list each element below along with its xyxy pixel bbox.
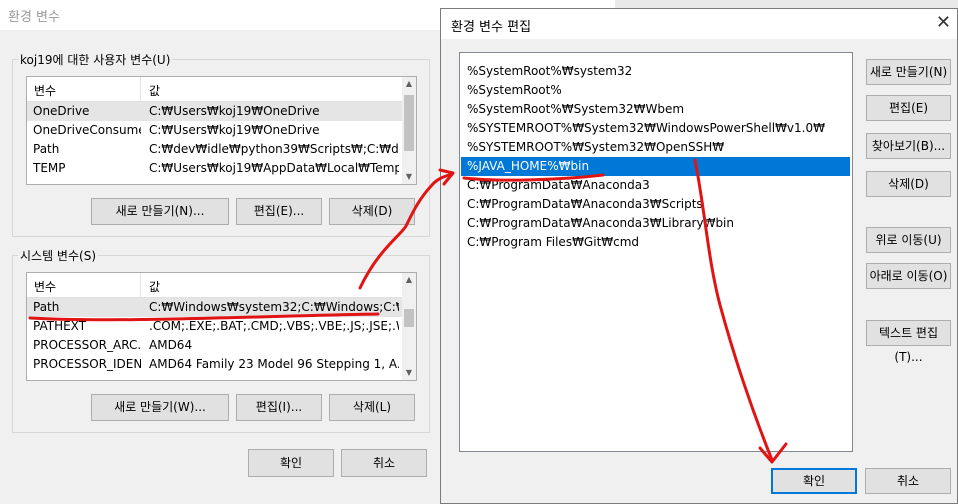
scroll-up-icon[interactable]: ▲ <box>402 273 416 287</box>
table-row[interactable]: PROCESSOR_ARC... AMD64 <box>27 336 402 355</box>
system-new-button[interactable]: 새로 만들기(W)... <box>91 394 229 421</box>
list-item[interactable]: %SystemRoot%₩System32₩Wbem <box>461 100 850 119</box>
list-item-selected[interactable]: %JAVA_HOME%₩bin <box>461 157 850 176</box>
list-item[interactable]: %SystemRoot% <box>461 81 850 100</box>
vertical-scrollbar[interactable]: ▲ ▼ <box>402 77 416 184</box>
column-header-value[interactable]: 값 <box>149 82 160 99</box>
list-item[interactable]: C:₩ProgramData₩Anaconda3₩Library₩bin <box>461 214 850 233</box>
user-variables-table[interactable]: 변수 값 OneDrive C:₩Users₩koj19₩OneDrive On… <box>26 76 417 185</box>
list-item[interactable]: C:₩ProgramData₩Anaconda3₩Scripts <box>461 195 850 214</box>
dialog-title: 환경 변수 <box>8 10 60 25</box>
table-row[interactable]: OneDrive C:₩Users₩koj19₩OneDrive <box>27 102 402 121</box>
dialog-title: 환경 변수 편집 <box>451 20 532 35</box>
table-header: 변수 값 <box>27 77 416 102</box>
system-delete-button[interactable]: 삭제(L) <box>329 394 415 421</box>
scroll-up-icon[interactable]: ▲ <box>402 77 416 91</box>
table-row[interactable]: PATHEXT .COM;.EXE;.BAT;.CMD;.VBS;.VBE;.J… <box>27 317 402 336</box>
user-delete-button[interactable]: 삭제(D) <box>329 198 415 225</box>
table-row[interactable]: Path C:₩dev₩idle₩python39₩Scripts₩;C:₩de… <box>27 140 402 159</box>
list-item[interactable]: C:₩ProgramData₩Anaconda3 <box>461 176 850 195</box>
column-header-variable[interactable]: 변수 <box>34 82 56 99</box>
table-row[interactable]: OneDriveConsumer C:₩Users₩koj19₩OneDrive <box>27 121 402 140</box>
cancel-button[interactable]: 취소 <box>865 468 951 494</box>
scroll-down-icon[interactable]: ▼ <box>402 170 416 184</box>
move-up-button[interactable]: 위로 이동(U) <box>866 227 951 253</box>
edit-button[interactable]: 편집(E) <box>866 95 951 121</box>
table-row[interactable]: PROCESSOR_IDEN... AMD64 Family 23 Model … <box>27 355 402 374</box>
list-item[interactable]: %SystemRoot%₩system32 <box>461 62 850 81</box>
environment-variables-dialog: 환경 변수 koj19에 대한 사용자 변수(U) 변수 값 OneDrive … <box>0 0 440 504</box>
ok-button[interactable]: 확인 <box>248 449 334 477</box>
scroll-thumb[interactable] <box>404 309 414 327</box>
edit-environment-variable-dialog: 환경 변수 편집 ✕ %SystemRoot%₩system32 %System… <box>440 8 958 504</box>
column-header-value[interactable]: 값 <box>149 278 160 295</box>
edit-text-button[interactable]: 텍스트 편집(T)... <box>866 320 951 364</box>
cancel-button[interactable]: 취소 <box>341 449 427 477</box>
user-edit-button[interactable]: 편집(E)... <box>236 198 322 225</box>
user-new-button[interactable]: 새로 만들기(N)... <box>91 198 229 225</box>
table-header: 변수 값 <box>27 273 416 298</box>
title-bar: 환경 변수 편집 ✕ <box>441 9 957 39</box>
table-row[interactable]: TEMP C:₩Users₩koj19₩AppData₩Local₩Temp <box>27 159 402 178</box>
system-variables-label: 시스템 변수(S) <box>18 247 98 264</box>
background-title-strip <box>440 0 615 8</box>
list-item[interactable]: %SYSTEMROOT%₩System32₩OpenSSH₩ <box>461 138 850 157</box>
path-entries-list[interactable]: %SystemRoot%₩system32 %SystemRoot% %Syst… <box>459 52 853 452</box>
scroll-down-icon[interactable]: ▼ <box>402 366 416 380</box>
system-edit-button[interactable]: 편집(I)... <box>236 394 322 421</box>
new-button[interactable]: 새로 만들기(N) <box>866 59 951 85</box>
vertical-scrollbar[interactable]: ▲ ▼ <box>402 273 416 380</box>
title-bar: 환경 변수 <box>0 0 440 30</box>
move-down-button[interactable]: 아래로 이동(O) <box>866 263 951 289</box>
browse-button[interactable]: 찾아보기(B)... <box>866 133 951 159</box>
list-item[interactable]: %SYSTEMROOT%₩System32₩WindowsPowerShell₩… <box>461 119 850 138</box>
user-variables-label: koj19에 대한 사용자 변수(U) <box>18 51 173 68</box>
system-variables-table[interactable]: 변수 값 Path C:₩Windows₩system32;C:₩Windows… <box>26 272 417 381</box>
close-icon[interactable]: ✕ <box>936 12 951 33</box>
list-item[interactable]: C:₩Program Files₩Git₩cmd <box>461 233 850 252</box>
table-row[interactable]: Path C:₩Windows₩system32;C:₩Windows;C:₩.… <box>27 298 402 317</box>
scroll-thumb[interactable] <box>404 95 414 151</box>
column-header-variable[interactable]: 변수 <box>34 278 56 295</box>
delete-button[interactable]: 삭제(D) <box>866 171 951 197</box>
ok-button[interactable]: 확인 <box>771 468 857 494</box>
